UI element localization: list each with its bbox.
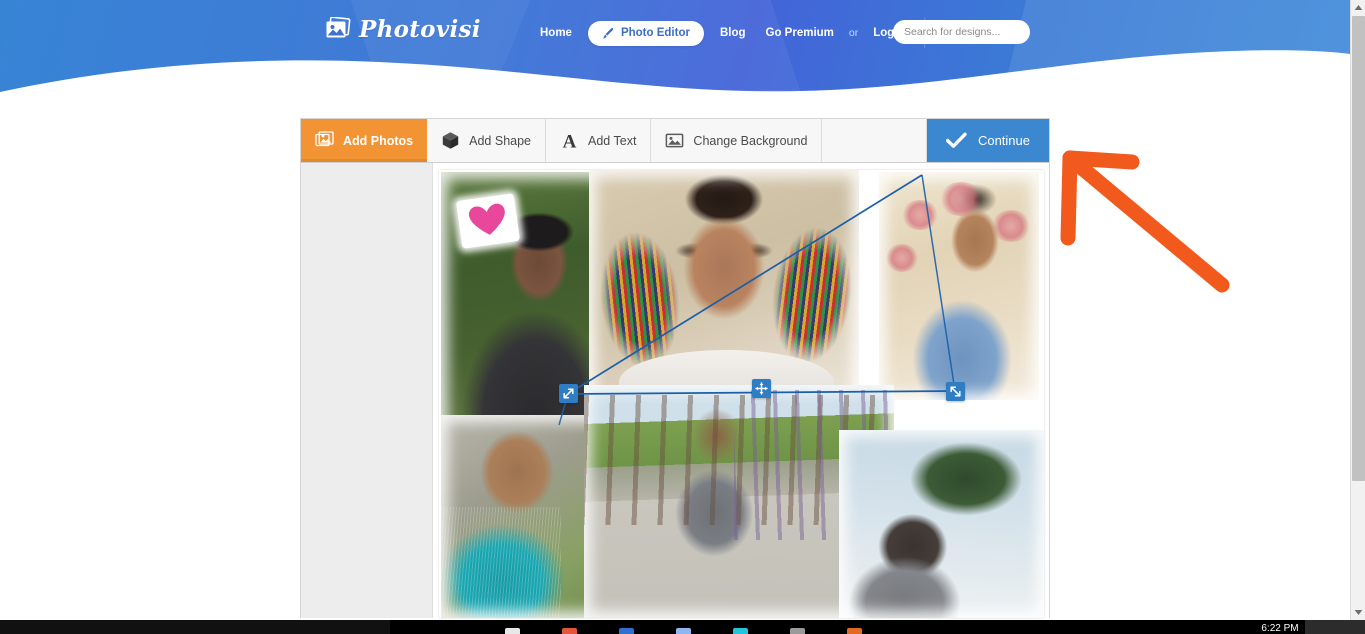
continue-label: Continue <box>977 133 1030 148</box>
resize-handle-top-left[interactable] <box>559 384 578 403</box>
editor-left-panel[interactable] <box>301 163 433 618</box>
brand-name: Photovisi <box>359 15 481 43</box>
editor-body <box>300 163 1050 618</box>
brush-icon <box>603 27 614 39</box>
tab-add-photos-label: Add Photos <box>343 133 414 148</box>
move-handle[interactable] <box>752 379 771 398</box>
floral-decor-4 <box>885 244 919 272</box>
svg-text:A: A <box>563 132 577 151</box>
floral-decor-2 <box>939 182 983 216</box>
page-scrollbar[interactable] <box>1350 0 1365 620</box>
taskbar-left-region <box>0 620 390 634</box>
header-wave-divider <box>0 50 1350 118</box>
tab-change-background-label: Change Background <box>693 133 808 148</box>
heart-icon <box>468 203 505 235</box>
tab-add-shape[interactable]: Add Shape <box>427 119 546 162</box>
move-arrows-icon <box>755 382 768 395</box>
teal-shirt-texture <box>441 507 561 618</box>
floral-decor-3 <box>991 210 1031 242</box>
photo-center-portrait[interactable] <box>589 170 859 415</box>
resize-diagonal-arrow-icon <box>563 388 574 399</box>
tab-add-text[interactable]: A Add Text <box>546 119 652 162</box>
taskbar-icon-1[interactable] <box>505 628 520 634</box>
photo-editor-label: Photo Editor <box>620 27 690 39</box>
letter-a-icon: A <box>563 132 577 151</box>
nav-link-home[interactable]: Home <box>530 18 582 48</box>
photo-editor-app: Add Photos Add Shape A Add Text Change B… <box>300 118 1050 618</box>
taskbar-icon-7[interactable] <box>847 628 862 634</box>
nav-or-text: or <box>848 27 859 39</box>
continue-button[interactable]: Continue <box>926 119 1049 162</box>
scroll-up-button[interactable] <box>1351 0 1365 15</box>
clock-text: 6:22 PM <box>1261 623 1299 634</box>
os-taskbar: 6:22 PM <box>0 620 1365 634</box>
photo-denim-shirt-man[interactable] <box>879 172 1039 400</box>
search-input[interactable] <box>893 20 1030 44</box>
tab-add-text-label: Add Text <box>588 133 637 148</box>
taskbar-icon-5[interactable] <box>733 628 748 634</box>
rainbow-fan-right <box>764 215 859 375</box>
resize-diagonal-arrow-icon <box>950 386 961 397</box>
toolbar-spacer <box>822 119 927 162</box>
editor-toolbar: Add Photos Add Shape A Add Text Change B… <box>300 118 1050 163</box>
annotation-arrow-icon <box>1060 150 1230 293</box>
brand-logo[interactable]: Photovisi <box>325 10 481 48</box>
nav-link-go-premium[interactable]: Go Premium <box>756 18 844 48</box>
nav-link-blog[interactable]: Blog <box>710 18 756 48</box>
chevron-up-icon <box>1354 5 1363 10</box>
tab-change-background[interactable]: Change Background <box>651 119 823 162</box>
heart-sticker[interactable] <box>455 193 521 249</box>
taskbar-app-icons <box>390 620 1195 634</box>
tab-add-photos[interactable]: Add Photos <box>301 119 428 162</box>
browser-viewport: Photovisi Home Photo Editor Blog Go Prem… <box>0 0 1365 634</box>
collage-canvas[interactable] <box>439 170 1044 618</box>
taskbar-icon-2[interactable] <box>562 628 577 634</box>
main-nav: Home Photo Editor Blog Go Premium or Log… <box>530 18 931 48</box>
scroll-thumb[interactable] <box>1352 16 1365 481</box>
editor-canvas-area[interactable] <box>433 163 1049 618</box>
cube-icon <box>442 132 459 149</box>
taskbar-clock-region[interactable]: 6:22 PM <box>1195 620 1365 634</box>
scroll-down-button[interactable] <box>1351 605 1365 620</box>
check-icon <box>945 132 967 148</box>
taskbar-notification-area[interactable] <box>1305 620 1365 634</box>
photo-editor-button[interactable]: Photo Editor <box>587 20 704 46</box>
taskbar-icon-3[interactable] <box>619 628 634 634</box>
floral-decor-1 <box>901 200 939 230</box>
search-box <box>893 20 1030 44</box>
tab-add-shape-label: Add Shape <box>469 133 531 148</box>
taskbar-icon-4[interactable] <box>676 628 691 634</box>
chevron-down-icon <box>1354 610 1363 615</box>
photo-back-of-head-trees[interactable] <box>839 430 1044 618</box>
image-icon <box>666 133 684 148</box>
resize-handle-bottom-right[interactable] <box>946 382 965 401</box>
taskbar-icon-6[interactable] <box>790 628 805 634</box>
photo-frame-icon <box>326 17 351 38</box>
photos-icon <box>315 131 334 147</box>
